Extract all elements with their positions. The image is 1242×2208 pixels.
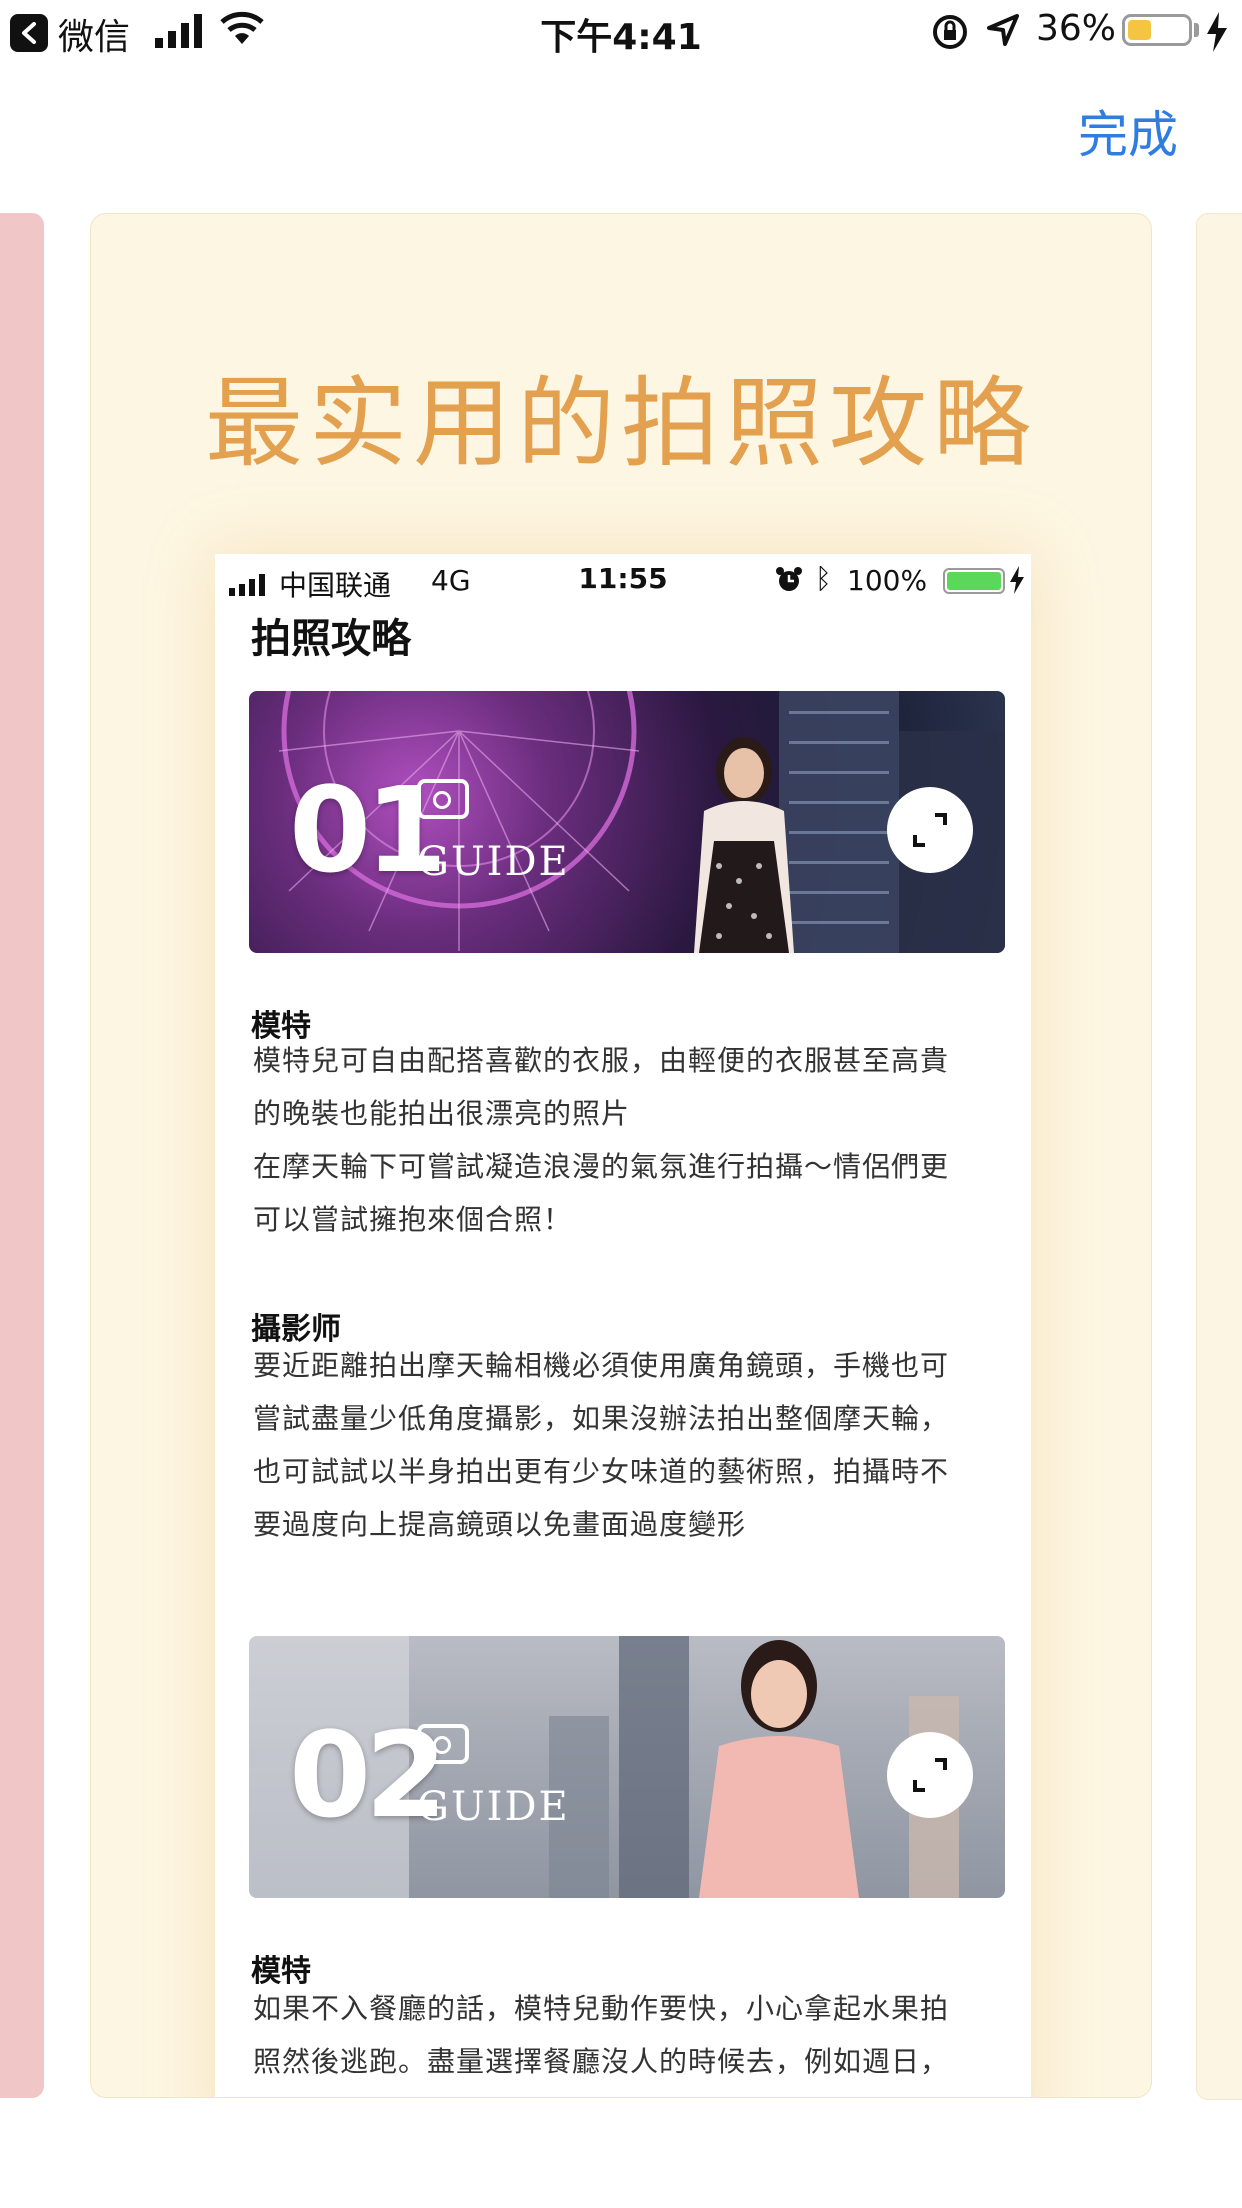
guide-word: GUIDE [417,839,570,885]
next-card-peek[interactable] [1196,213,1242,2100]
inner-battery-icon [943,568,1005,594]
body-line: 嘗試盡量少低角度攝影，如果沒辦法拍出整個摩天輪， [253,1402,950,1435]
done-button[interactable]: 完成 [1078,95,1178,167]
alarm-icon [776,567,802,591]
body-line: 也可試試以半身拍出更有少女味道的藝術照，拍攝時不 [253,1455,950,1488]
bluetooth-icon: ᛒ [815,562,832,595]
body-line: 可以嘗試擁抱來個合照！ [253,1203,573,1236]
phone-screenshot: 中国联通 4G 11:55 ᛒ 100% 拍照攻略 01 GUIDE 模特 模特… [215,554,1031,2097]
guide-word: GUIDE [417,1784,570,1830]
body-line: 照然後逃跑。盡量選擇餐廳沒人的時候去，例如週日， [253,2045,950,2078]
expand-arrows-icon [913,813,947,847]
inner-charging-icon [1010,566,1024,594]
rotation-lock-icon [933,15,967,49]
section-body-model-2: 如果不入餐廳的話，模特兒動作要快，小心拿起水果拍 照然後逃跑。盡量選擇餐廳沒人的… [253,1982,1013,2088]
location-arrow-icon [987,14,1019,46]
onboarding-card: 最实用的拍照攻略 中国联通 4G 11:55 ᛒ 100% 拍照攻略 01 GU… [90,213,1152,2098]
body-line: 要近距離拍出摩天輪相機必須使用廣角鏡頭，手機也可 [253,1349,950,1382]
camera-icon [417,1724,469,1764]
body-line: 的晚裝也能拍出很漂亮的照片 [253,1097,631,1130]
inner-battery-percent: 100% [847,564,928,597]
body-line: 模特兒可自由配搭喜歡的衣服，由輕便的衣服甚至高貴 [253,1044,950,1077]
guide-banner-01[interactable]: 01 GUIDE [249,691,1005,953]
section-body-model: 模特兒可自由配搭喜歡的衣服，由輕便的衣服甚至高貴 的晚裝也能拍出很漂亮的照片 在… [253,1034,1013,1246]
charging-bolt-icon [1207,12,1227,52]
expand-arrows-icon [913,1758,947,1792]
body-line: 如果不入餐廳的話，模特兒動作要快，小心拿起水果拍 [253,1992,950,2025]
inner-page-title: 拍照攻略 [251,616,411,662]
status-bar: 微信 下午4:41 36% [0,0,1242,66]
battery-percent: 36% [1036,8,1117,49]
card-headline: 最实用的拍照攻略 [204,367,1037,481]
battery-cap [1194,23,1199,37]
battery-icon [1122,14,1192,46]
expand-button[interactable] [887,787,973,873]
camera-icon [417,779,469,819]
section-body-photographer: 要近距離拍出摩天輪相機必須使用廣角鏡頭，手機也可 嘗試盡量少低角度攝影，如果沒辦… [253,1339,1013,1551]
body-line: 要過度向上提高鏡頭以免畫面過度變形 [253,1508,747,1541]
guide-banner-02[interactable]: 02 GUIDE [249,1636,1005,1898]
expand-button[interactable] [887,1732,973,1818]
inner-status-bar: 中国联通 4G 11:55 ᛒ 100% [215,554,1031,604]
previous-card-peek[interactable] [0,213,44,2098]
body-line: 在摩天輪下可嘗試凝造浪漫的氣氛進行拍攝～情侶們更 [253,1150,950,1183]
